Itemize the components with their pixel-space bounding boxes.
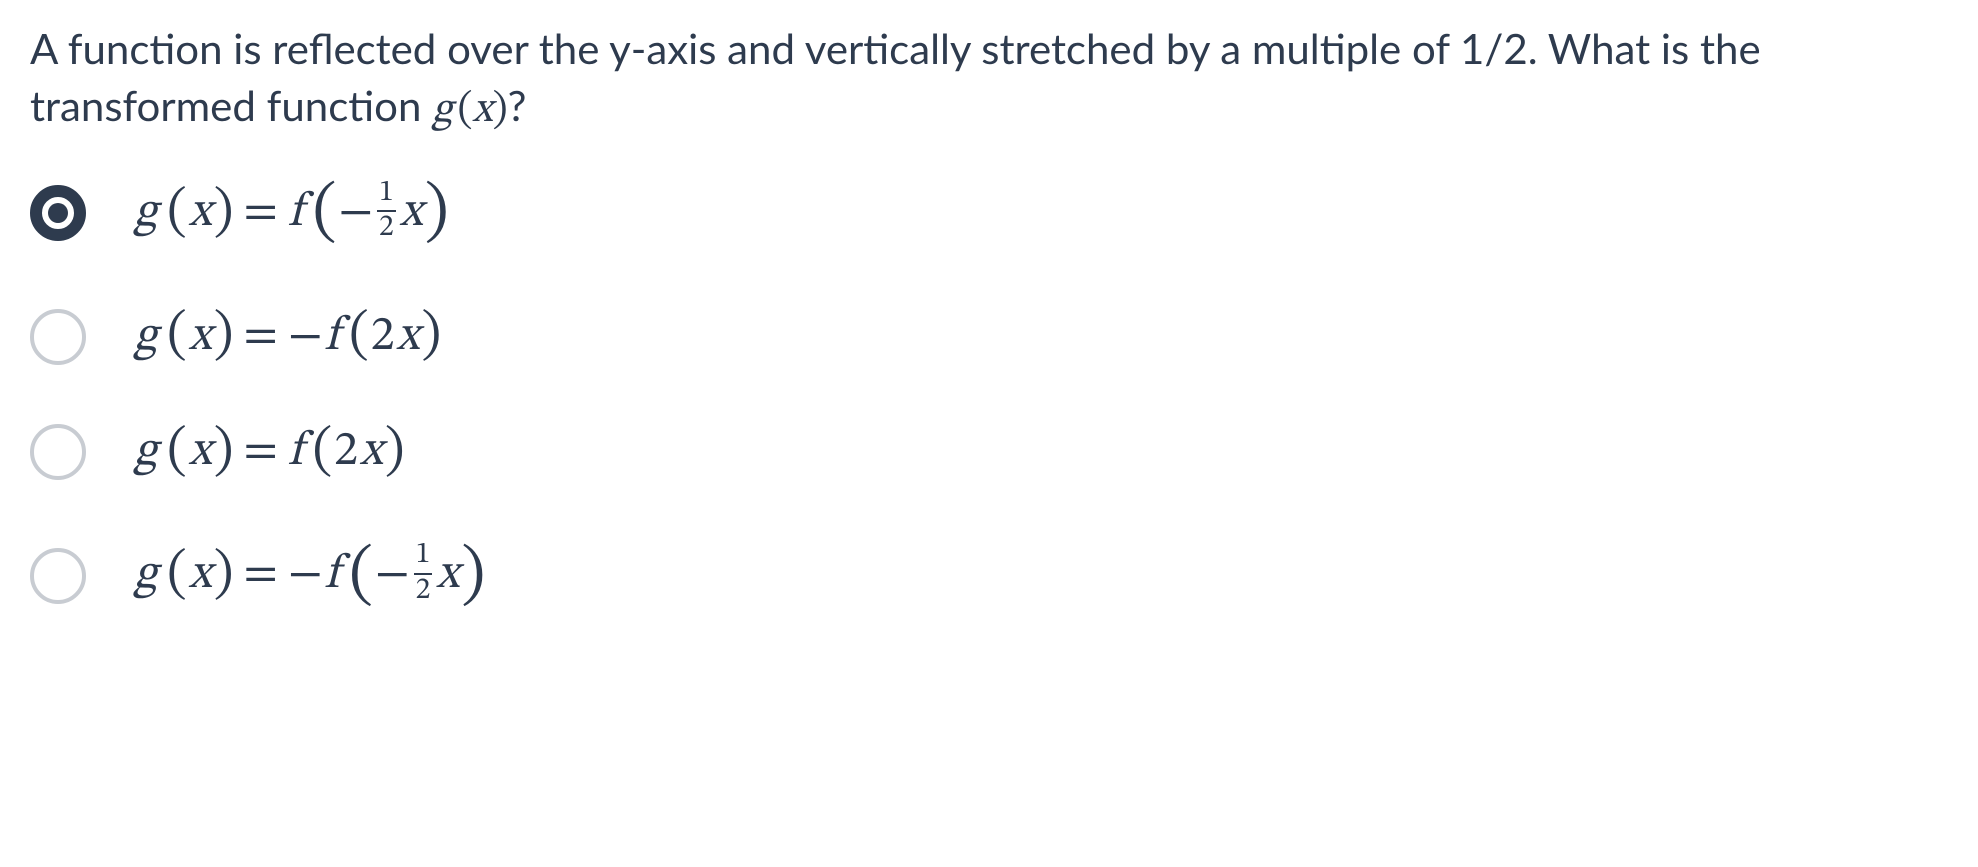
math-open-paren: ( <box>167 298 187 375</box>
math-g: g <box>134 542 157 609</box>
math-open-paren: ( <box>349 529 373 623</box>
math-open-paren: ( <box>312 414 332 491</box>
math-minus: − <box>375 542 410 609</box>
question-body: A function is reflected over the y-axis … <box>30 23 1761 130</box>
math-2: 2 <box>334 419 358 486</box>
math-close-paren: ) <box>214 175 234 252</box>
math-f: f <box>288 180 303 247</box>
option-b-label: g ( x ) = − f ( 2 x ) <box>134 298 441 375</box>
math-close-paren: ) <box>214 414 234 491</box>
math-close-paren: ) <box>461 529 485 623</box>
math-close-paren: ) <box>214 537 234 614</box>
radio-d[interactable] <box>30 548 86 604</box>
question-g: g <box>432 89 452 131</box>
math-frac-num: 1 <box>377 179 396 213</box>
math-fraction: 1 2 <box>414 541 433 607</box>
math-x: x <box>400 180 423 247</box>
question-text: A function is reflected over the y-axis … <box>30 20 1948 138</box>
option-a-label: g ( x ) = f ( − 1 2 x ) <box>134 166 449 260</box>
math-equals: = <box>243 542 278 609</box>
math-close-paren: ) <box>421 298 441 375</box>
math-x: x <box>436 542 459 609</box>
math-open-paren: ( <box>312 166 336 260</box>
math-minus: − <box>288 304 323 371</box>
math-x: x <box>396 304 419 371</box>
option-d-label: g ( x ) = − f ( − 1 2 x ) <box>134 529 485 623</box>
option-c-label: g ( x ) = f ( 2 x ) <box>134 414 405 491</box>
math-equals: = <box>243 180 278 247</box>
math-equals: = <box>243 304 278 371</box>
options-group: g ( x ) = f ( − 1 2 x ) g ( x ) = <box>30 166 1948 623</box>
option-a[interactable]: g ( x ) = f ( − 1 2 x ) <box>30 166 1948 260</box>
radio-a[interactable] <box>30 185 86 241</box>
math-f: f <box>325 542 340 609</box>
math-open-paren: ( <box>349 298 369 375</box>
option-c[interactable]: g ( x ) = f ( 2 x ) <box>30 414 1948 491</box>
math-open-paren: ( <box>167 537 187 614</box>
math-x: x <box>360 419 383 486</box>
option-d[interactable]: g ( x ) = − f ( − 1 2 x ) <box>30 529 1948 623</box>
math-equals: = <box>243 419 278 486</box>
math-open-paren: ( <box>167 175 187 252</box>
math-close-paren: ) <box>425 166 449 260</box>
question-x: x <box>473 89 493 131</box>
math-x: x <box>189 542 212 609</box>
math-close-paren: ) <box>385 414 405 491</box>
math-fraction: 1 2 <box>377 179 396 245</box>
question-open-paren: ( <box>458 89 473 131</box>
math-g: g <box>134 304 157 371</box>
math-frac-den: 2 <box>377 212 396 244</box>
radio-b[interactable] <box>30 309 86 365</box>
math-close-paren: ) <box>214 298 234 375</box>
math-minus: − <box>338 180 373 247</box>
math-2: 2 <box>371 304 395 371</box>
math-x: x <box>189 180 212 247</box>
option-b[interactable]: g ( x ) = − f ( 2 x ) <box>30 298 1948 375</box>
radio-c[interactable] <box>30 424 86 480</box>
question-close-paren: ) <box>493 89 508 131</box>
math-x: x <box>189 304 212 371</box>
math-frac-num: 1 <box>414 541 433 575</box>
math-g: g <box>134 419 157 486</box>
math-frac-den: 2 <box>414 575 433 607</box>
math-g: g <box>134 180 157 247</box>
math-minus: − <box>288 542 323 609</box>
math-f: f <box>288 419 303 486</box>
math-x: x <box>189 419 212 486</box>
math-open-paren: ( <box>167 414 187 491</box>
math-f: f <box>325 304 340 371</box>
question-mark: ? <box>508 80 527 130</box>
